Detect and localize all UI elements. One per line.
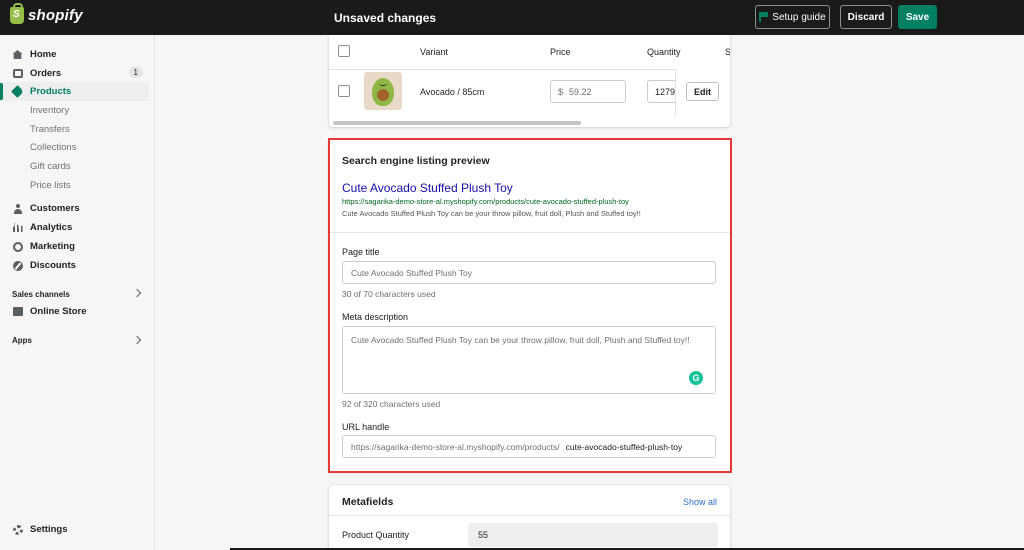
setup-guide-button[interactable]: Setup guide xyxy=(755,5,830,29)
preview-url: https://sagarika-demo-store-al.myshopify… xyxy=(342,197,629,206)
sidebar-item-label: Products xyxy=(30,86,72,97)
show-all-link[interactable]: Show all xyxy=(683,497,717,507)
seo-section-title: Search engine listing preview xyxy=(342,155,490,167)
preview-title-link[interactable]: Cute Avocado Stuffed Plush Toy xyxy=(342,181,513,195)
variant-name: Avocado / 85cm xyxy=(420,87,485,97)
sidebar-item-label: Orders xyxy=(30,68,62,79)
unsaved-changes-title: Unsaved changes xyxy=(334,11,437,25)
sidebar-item-label: Home xyxy=(30,49,57,60)
store-icon xyxy=(12,306,23,317)
meta-description-label: Meta description xyxy=(342,312,409,322)
sidebar-item-settings[interactable]: Settings xyxy=(0,520,155,539)
marketing-icon xyxy=(12,241,23,252)
discounts-icon xyxy=(12,260,23,271)
sidebar-item-label: Settings xyxy=(30,524,68,535)
gear-icon xyxy=(12,524,23,535)
sales-channels-chevron-icon[interactable] xyxy=(132,288,142,298)
analytics-icon xyxy=(12,222,23,233)
grammarly-icon[interactable]: G xyxy=(689,371,703,385)
header-divider xyxy=(329,69,730,70)
customers-icon xyxy=(12,203,23,214)
sidebar-item-online-store[interactable]: Online Store xyxy=(0,302,155,321)
sidebar-item-orders[interactable]: Orders 1 xyxy=(0,64,155,83)
tag-icon xyxy=(11,85,24,98)
metafields-card: Metafields Show all Product Quantity 55 xyxy=(329,485,730,550)
preview-divider xyxy=(329,232,730,233)
metafields-divider xyxy=(329,515,730,516)
sidebar-item-price-lists[interactable]: Price lists xyxy=(0,176,155,195)
sidebar-item-label: Discounts xyxy=(30,260,76,271)
sidebar-item-analytics[interactable]: Analytics xyxy=(0,218,155,237)
seo-card: Search engine listing preview Cute Avoca… xyxy=(329,139,730,471)
meta-description-help: 92 of 320 characters used xyxy=(342,399,441,409)
brand-name: shopify xyxy=(28,7,83,24)
metafield-value-input[interactable]: 55 xyxy=(468,523,718,547)
column-header-price: Price xyxy=(550,47,571,57)
variants-card: Variant Price Quantity S Avocado / 85cm … xyxy=(329,35,730,127)
price-value: 59.22 xyxy=(569,86,592,97)
top-bar: shopify Unsaved changes Setup guide Disc… xyxy=(0,0,1024,35)
sidebar-item-label: Marketing xyxy=(30,241,75,252)
sidebar: Home Orders 1 Products Inventory Transfe… xyxy=(0,35,155,550)
page-title-input[interactable]: Cute Avocado Stuffed Plush Toy xyxy=(342,261,716,284)
sidebar-item-label: Online Store xyxy=(30,306,87,317)
meta-description-value: Cute Avocado Stuffed Plush Toy can be yo… xyxy=(351,335,690,345)
apps-heading: Apps xyxy=(12,336,32,345)
page-title-label: Page title xyxy=(342,247,380,257)
orders-count-badge: 1 xyxy=(128,67,143,78)
shopify-logo[interactable]: shopify xyxy=(10,3,83,24)
sidebar-item-inventory[interactable]: Inventory xyxy=(0,101,155,120)
product-thumbnail[interactable] xyxy=(364,72,402,110)
price-input[interactable]: $ 59.22 xyxy=(550,80,626,103)
url-handle-input[interactable]: https://sagarika-demo-store-al.myshopify… xyxy=(342,435,716,458)
sidebar-item-products[interactable]: Products xyxy=(0,82,149,101)
metafields-title: Metafields xyxy=(342,496,394,508)
edit-button[interactable]: Edit xyxy=(686,82,719,101)
sidebar-item-transfers[interactable]: Transfers xyxy=(0,120,155,139)
home-icon xyxy=(12,49,23,60)
discard-button[interactable]: Discard xyxy=(840,5,892,29)
shopify-bag-icon xyxy=(10,3,24,24)
page-title-help: 30 of 70 characters used xyxy=(342,289,436,299)
url-handle-value: cute-avocado-stuffed-plush-toy xyxy=(565,441,683,452)
select-all-checkbox[interactable] xyxy=(338,45,350,57)
sidebar-item-gift-cards[interactable]: Gift cards xyxy=(0,157,155,176)
save-button[interactable]: Save xyxy=(898,5,937,29)
apps-chevron-icon[interactable] xyxy=(132,335,142,345)
sales-channels-heading: Sales channels xyxy=(12,290,70,299)
setup-guide-label: Setup guide xyxy=(772,11,826,23)
sidebar-item-customers[interactable]: Customers xyxy=(0,199,155,218)
sidebar-item-home[interactable]: Home xyxy=(0,45,155,64)
sidebar-item-marketing[interactable]: Marketing xyxy=(0,237,155,256)
url-prefix: https://sagarika-demo-store-al.myshopify… xyxy=(351,441,560,452)
metafield-label: Product Quantity xyxy=(342,530,410,540)
column-header-quantity: Quantity xyxy=(647,47,681,57)
horizontal-scrollbar[interactable] xyxy=(333,121,581,125)
preview-description: Cute Avocado Stuffed Plush Toy can be yo… xyxy=(342,209,641,218)
column-header-variant: Variant xyxy=(420,47,448,57)
column-header-truncated: S xyxy=(725,47,730,57)
flag-icon xyxy=(759,12,768,22)
url-handle-label: URL handle xyxy=(342,422,390,432)
orders-icon xyxy=(12,68,23,79)
sidebar-item-collections[interactable]: Collections xyxy=(0,138,155,157)
sidebar-item-discounts[interactable]: Discounts xyxy=(0,256,155,275)
sidebar-item-label: Analytics xyxy=(30,222,73,233)
sidebar-item-label: Customers xyxy=(30,203,80,214)
meta-description-input[interactable]: Cute Avocado Stuffed Plush Toy can be yo… xyxy=(342,326,716,394)
currency-symbol: $ xyxy=(558,86,564,97)
row-checkbox[interactable] xyxy=(338,85,350,97)
